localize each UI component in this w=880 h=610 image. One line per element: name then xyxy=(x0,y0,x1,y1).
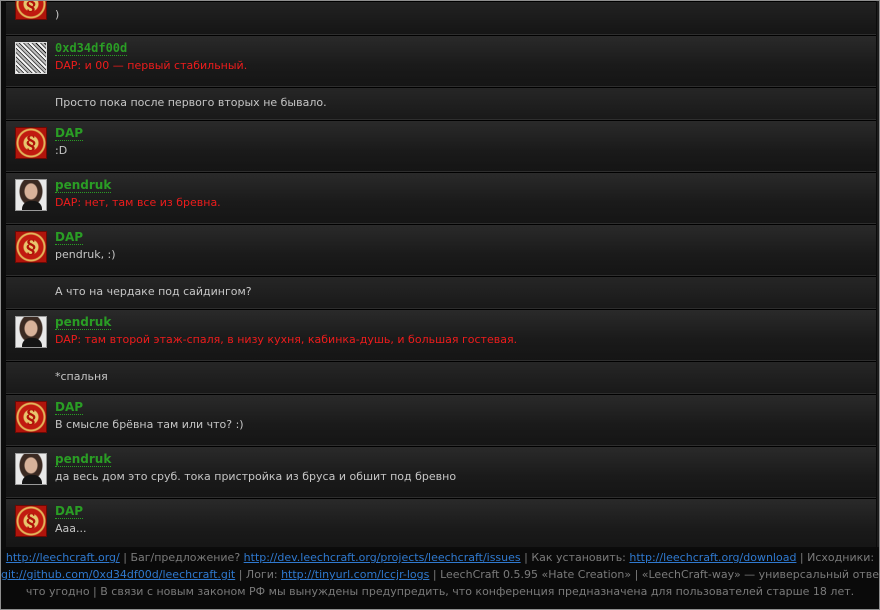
git-link[interactable]: git://github.com/0xd34df00d/leechcraft.g… xyxy=(1,568,235,581)
message-row: *спальня xyxy=(6,361,876,394)
message-row: pendruk DAP: нет, там все из бревна. xyxy=(6,172,876,224)
dap-avatar-icon[interactable] xyxy=(15,1,47,20)
message-row: pendruk DAP: там второй этаж-спаля, в ни… xyxy=(6,309,876,361)
dap-avatar-icon[interactable] xyxy=(15,127,47,159)
message-row: 0xd34df00d DAP: и 00 — первый стабильный… xyxy=(6,35,876,87)
footer-line-2: git://github.com/0xd34df00d/leechcraft.g… xyxy=(1,566,879,583)
author-nick[interactable]: DAP xyxy=(55,127,84,141)
message-text: :D xyxy=(55,144,68,157)
author-nick[interactable]: pendruk xyxy=(55,316,112,330)
author-nick[interactable]: DAP xyxy=(55,231,84,245)
message-text: DAP: там второй этаж-спаля, в низу кухня… xyxy=(55,333,518,346)
sources-label: | Исходники: xyxy=(796,551,875,564)
message-text: pendruk, :) xyxy=(55,248,116,261)
message-row: DAP pendruk, :) xyxy=(6,224,876,276)
message-log[interactable]: ) 0xd34df00d DAP: и 00 — первый стабильн… xyxy=(6,1,876,547)
dap-avatar-icon[interactable] xyxy=(15,505,47,537)
message-text: В смысле брёвна там или что? :) xyxy=(55,418,244,431)
message-row: pendruk да весь дом это сруб. тока прист… xyxy=(6,446,876,498)
topic-footer: http://leechcraft.org/ | Баг/предложение… xyxy=(1,549,879,609)
message-row: DAP В смысле брёвна там или что? :) xyxy=(6,394,876,446)
footer-line-1: http://leechcraft.org/ | Баг/предложение… xyxy=(1,549,879,566)
message-row: А что на чердаке под сайдингом? xyxy=(6,276,876,309)
author-nick[interactable]: DAP xyxy=(55,505,84,519)
author-nick[interactable]: DAP xyxy=(55,401,84,415)
message-row: DAP Ааа... xyxy=(6,498,876,547)
bug-label: | Баг/предложение? xyxy=(119,551,244,564)
scrollbar[interactable] xyxy=(877,1,879,547)
author-nick[interactable]: 0xd34df00d xyxy=(55,42,128,56)
install-label: | Как установить: xyxy=(520,551,630,564)
message-text: Ааа... xyxy=(55,522,87,535)
message-row: DAP :D xyxy=(6,120,876,172)
message-text: А что на чердаке под сайдингом? xyxy=(55,285,252,298)
pendruk-avatar-icon[interactable] xyxy=(15,453,47,485)
message-row: Просто пока после первого вторых не быва… xyxy=(6,87,876,120)
message-text: *спальня xyxy=(55,370,108,383)
dap-avatar-icon[interactable] xyxy=(15,401,47,433)
issues-link[interactable]: http://dev.leechcraft.org/projects/leech… xyxy=(244,551,521,564)
download-link[interactable]: http://leechcraft.org/download xyxy=(629,551,796,564)
logs-link[interactable]: http://tinyurl.com/lccjr-logs xyxy=(281,568,429,581)
chat-window: ) 0xd34df00d DAP: и 00 — первый стабильн… xyxy=(0,0,880,610)
message-row: ) xyxy=(6,1,876,35)
author-nick[interactable]: pendruk xyxy=(55,179,112,193)
message-text: DAP: и 00 — первый стабильный. xyxy=(55,59,248,72)
message-text: да весь дом это сруб. тока пристройка из… xyxy=(55,470,457,483)
noise-avatar-icon[interactable] xyxy=(15,42,47,74)
message-text: ) xyxy=(55,8,60,21)
message-text: DAP: нет, там все из бревна. xyxy=(55,196,221,209)
version-text: | LeechCraft 0.5.95 «Hate Creation» | «L… xyxy=(429,568,880,581)
logs-label: | Логи: xyxy=(235,568,282,581)
message-text: Просто пока после первого вторых не быва… xyxy=(55,96,327,109)
pendruk-avatar-icon[interactable] xyxy=(15,316,47,348)
author-nick[interactable]: pendruk xyxy=(55,453,112,467)
footer-line-3: что угодно | В связи с новым законом РФ … xyxy=(25,585,855,598)
site-link[interactable]: http://leechcraft.org/ xyxy=(6,551,120,564)
dap-avatar-icon[interactable] xyxy=(15,231,47,263)
pendruk-avatar-icon[interactable] xyxy=(15,179,47,211)
